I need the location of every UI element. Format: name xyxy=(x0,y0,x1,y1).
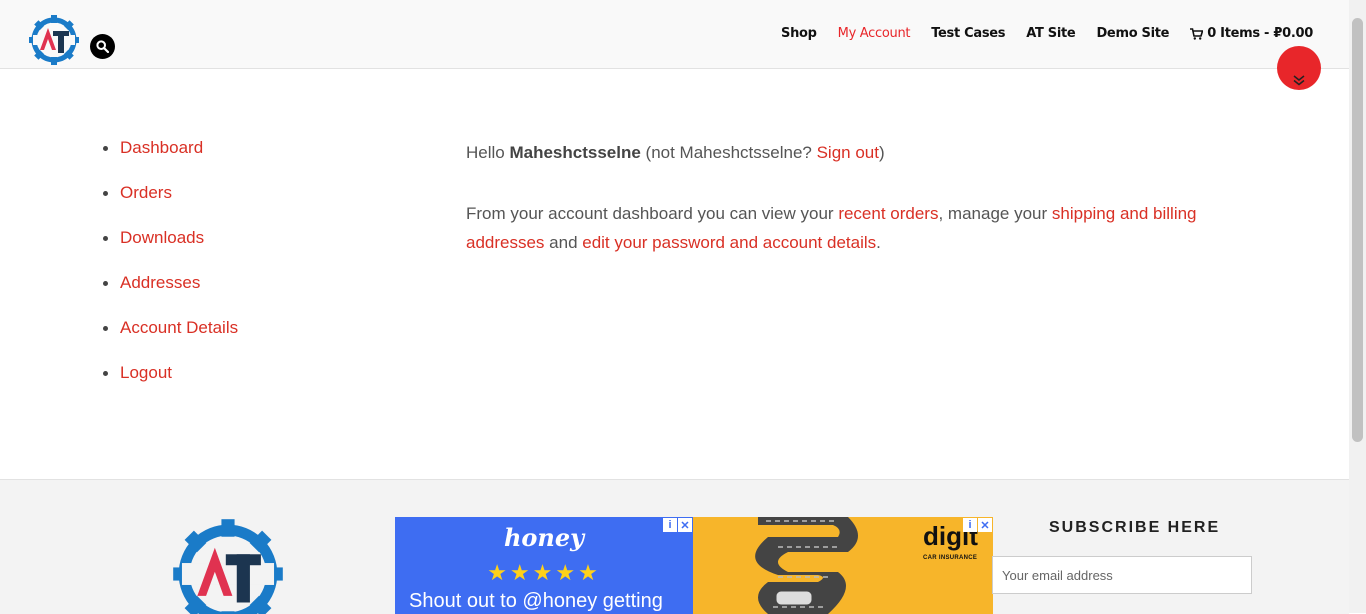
ad-choices[interactable]: i ✕ xyxy=(663,518,692,532)
honey-ad[interactable]: honey ★★★★★ Shout out to @honey getting … xyxy=(395,517,693,614)
site-header: Shop My Account Test Cases AT Site Demo … xyxy=(0,0,1349,69)
cart-summary: 0 Items - ₽0.00 xyxy=(1207,26,1313,41)
manage-text: , manage your xyxy=(938,204,1052,223)
intro-text: From your account dashboard you can view… xyxy=(466,204,839,223)
nav-demo-site[interactable]: Demo Site xyxy=(1096,26,1169,41)
nav-cart[interactable]: 0 Items - ₽0.00 xyxy=(1190,26,1313,41)
nav-at-site[interactable]: AT Site xyxy=(1026,26,1076,41)
bullet xyxy=(103,326,108,331)
and-text: and xyxy=(544,233,583,252)
subscribe-title: SUBSCRIBE HERE xyxy=(1049,519,1221,536)
sign-out-link[interactable]: Sign out xyxy=(817,143,879,162)
period-text: . xyxy=(876,233,881,252)
close-icon[interactable]: ✕ xyxy=(978,518,992,532)
account-nav-account-details[interactable]: Account Details xyxy=(120,318,238,338)
bullet xyxy=(103,191,108,196)
digit-ad[interactable]: digit CAR INSURANCE i ✕ xyxy=(693,517,993,614)
main-nav: Shop My Account Test Cases AT Site Demo … xyxy=(781,26,1313,41)
account-nav-dashboard[interactable]: Dashboard xyxy=(120,138,203,158)
account-nav-downloads[interactable]: Downloads xyxy=(120,228,204,248)
account-nav-item: Logout xyxy=(103,363,238,408)
dashboard-content: Hello Maheshctsselne (not Maheshctsselne… xyxy=(466,138,1206,257)
cart-icon xyxy=(1190,27,1204,40)
nav-my-account[interactable]: My Account xyxy=(838,26,911,41)
close-icon[interactable]: ✕ xyxy=(678,518,692,532)
bullet xyxy=(103,371,108,376)
account-nav-item: Addresses xyxy=(103,273,238,318)
info-icon[interactable]: i xyxy=(963,518,977,532)
ad-choices[interactable]: i ✕ xyxy=(963,518,992,532)
greeting-prefix: Hello xyxy=(466,143,510,162)
bullet xyxy=(103,236,108,241)
dashboard-intro: From your account dashboard you can view… xyxy=(466,199,1206,257)
bullet xyxy=(103,146,108,151)
account-nav-item: Dashboard xyxy=(103,138,238,183)
ad-subtitle: CAR INSURANCE xyxy=(923,555,978,561)
double-chevron-down-icon xyxy=(1293,75,1305,86)
footer-logo xyxy=(171,517,285,614)
greeting: Hello Maheshctsselne (not Maheshctsselne… xyxy=(466,138,1206,167)
account-nav-item: Account Details xyxy=(103,318,238,363)
account-navigation: Dashboard Orders Downloads Addresses Acc… xyxy=(103,138,238,408)
account-nav-item: Downloads xyxy=(103,228,238,273)
recent-orders-link[interactable]: recent orders xyxy=(838,204,938,223)
ad-brand: honey xyxy=(503,523,585,552)
greeting-close: ) xyxy=(878,143,885,162)
footer-logo-graphic xyxy=(173,519,283,614)
scroll-toggle-button[interactable] xyxy=(1277,46,1321,90)
info-icon[interactable]: i xyxy=(663,518,677,532)
ad-tagline: Shout out to @honey getting xyxy=(409,590,663,612)
account-nav-logout[interactable]: Logout xyxy=(120,363,172,383)
username: Maheshctsselne xyxy=(509,143,641,162)
page-scrollbar[interactable] xyxy=(1349,0,1366,613)
site-logo[interactable] xyxy=(28,14,80,66)
scrollbar-thumb[interactable] xyxy=(1352,18,1363,442)
nav-test-cases[interactable]: Test Cases xyxy=(931,26,1005,41)
account-nav-addresses[interactable]: Addresses xyxy=(120,273,200,293)
site-footer: honey ★★★★★ Shout out to @honey getting … xyxy=(0,479,1349,614)
email-input[interactable] xyxy=(992,556,1252,594)
bullet xyxy=(103,281,108,286)
greeting-not-text: (not Maheshctsselne? xyxy=(640,143,817,162)
search-button[interactable] xyxy=(90,34,115,59)
rating-stars-icon: ★★★★★ xyxy=(487,560,601,585)
search-icon xyxy=(96,40,109,53)
road-illustration-icon xyxy=(755,517,858,614)
account-nav-orders[interactable]: Orders xyxy=(120,183,172,203)
account-nav-item: Orders xyxy=(103,183,238,228)
nav-shop[interactable]: Shop xyxy=(781,26,817,41)
edit-account-link[interactable]: edit your password and account details xyxy=(582,233,876,252)
